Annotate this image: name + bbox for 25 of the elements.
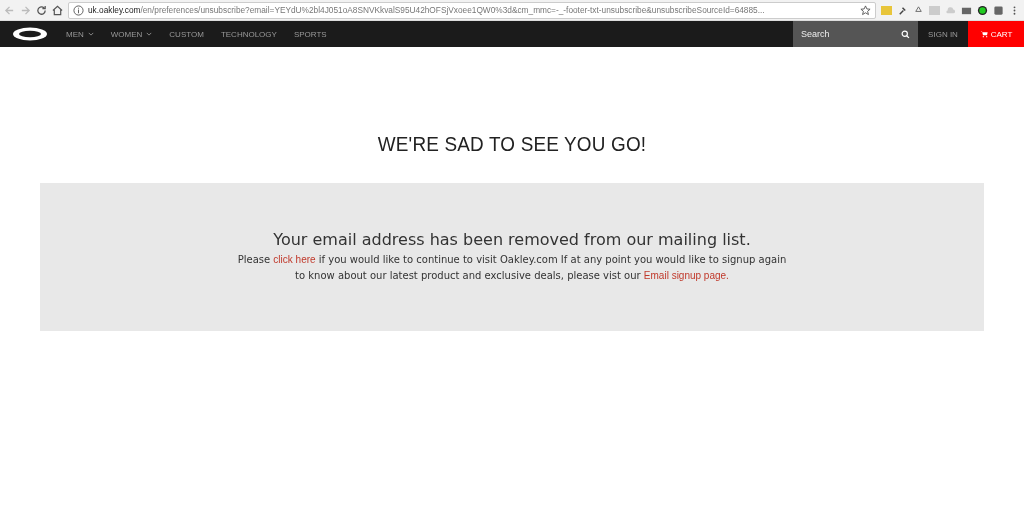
nav-link[interactable]: SPORTS [293,29,327,39]
address-bar[interactable]: uk.oakley.com/en/preferences/unsubscribe?email=YEYdU%2bl4J051oA8SNVKkvalS95U42hOFSjVxoee1QW0%3d&cm_mmc=-_-footer-txt-unsubscribe&unsubscribeSourceId=64885... [68,1,876,19]
star-icon[interactable] [860,4,871,16]
nav-link[interactable]: MEN [66,29,94,39]
page-heading: WE'RE SAD TO SEE YOU GO! [376,132,648,157]
caret-icon [87,32,94,36]
text-link[interactable]: click here [273,254,316,265]
cart-icon [979,30,988,38]
nav-link[interactable]: CUSTOM [169,29,204,39]
cart-button[interactable]: CART [968,21,1024,47]
message-text: Please click here if you would like to continue to visit Oakley.com If at any point you would like to signup again to know about our latest product and exclusive deals, please vist our Email signup page. [236,253,788,283]
reload-icon[interactable] [36,4,47,16]
info-icon [73,4,84,16]
url-text: uk.oakley.com/en/preferences/unsubscribe?email=YEYdU%2bl4J051oA8SNVKkvalS95U42hOFSjVxoee1QW0%3d&cm_mmc=-_-footer-txt-unsubscribe&unsubscribeSourceId=64885... [88,5,766,15]
caret-icon [146,32,153,36]
home-icon[interactable] [52,4,63,16]
search-icon[interactable] [901,29,910,39]
text-link[interactable]: Email signup page. [643,270,729,281]
nav-link[interactable]: WOMEN [110,29,153,39]
search-field[interactable]: Search [793,21,918,47]
logo-icon[interactable] [12,27,48,41]
nav-link[interactable]: TECHNOLOGY [220,29,277,39]
message-title: Your email address has been removed from our mailing list. [272,230,752,249]
sign-in-link[interactable]: SIGN IN [918,29,968,39]
dot-icon[interactable] [977,4,988,16]
